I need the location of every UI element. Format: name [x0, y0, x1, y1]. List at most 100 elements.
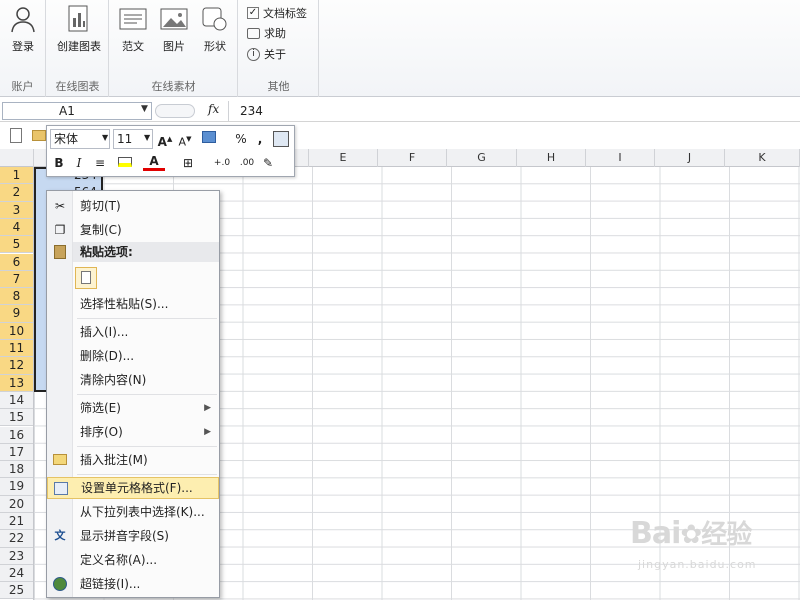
row-header[interactable]: 3: [0, 201, 33, 219]
menu-item-delete[interactable]: 删除(D)...: [47, 345, 219, 367]
menu-item-insert-comment[interactable]: 插入批注(M): [47, 449, 219, 471]
menu-label: 显示拼音字段(S): [80, 529, 169, 543]
select-all-corner[interactable]: [0, 149, 34, 167]
name-box-dropdown-icon[interactable]: ▼: [141, 104, 148, 114]
menu-item-sort[interactable]: 排序(O) ▶: [47, 421, 219, 443]
row-header[interactable]: 13: [0, 374, 33, 392]
new-document-icon[interactable]: [10, 128, 22, 143]
row-header[interactable]: 20: [0, 495, 33, 513]
column-header[interactable]: J: [655, 149, 725, 167]
merge-cells-icon[interactable]: [273, 131, 289, 147]
menu-item-copy[interactable]: ❐ 复制(C): [47, 219, 219, 241]
about-button[interactable]: i 关于: [247, 45, 286, 63]
menu-item-hyperlink[interactable]: 超链接(I)...: [47, 573, 219, 595]
create-chart-label: 创建图表: [57, 40, 101, 53]
decrease-decimal-button[interactable]: .00: [235, 154, 259, 172]
column-header[interactable]: I: [586, 149, 655, 167]
checkbox-checked-icon: ✓: [247, 7, 259, 19]
row-header[interactable]: 24: [0, 564, 33, 583]
group-other: ✓ 文档标签 求助 i 关于 其他: [239, 0, 319, 97]
row-header[interactable]: 1: [0, 167, 33, 185]
group-label-other: 其他: [267, 80, 290, 93]
borders-icon[interactable]: ⊞: [179, 154, 197, 172]
chart-icon: [65, 4, 93, 34]
template-label: 范文: [122, 40, 144, 53]
row-header[interactable]: 8: [0, 288, 33, 306]
help-button[interactable]: 求助: [247, 24, 286, 42]
row-header[interactable]: 6: [0, 253, 33, 271]
menu-item-cut[interactable]: ✂ 剪切(T): [47, 195, 219, 217]
row-header[interactable]: 22: [0, 530, 33, 548]
grow-font-icon[interactable]: A▲: [157, 130, 173, 149]
menu-label: 从下拉列表中选择(K)...: [80, 505, 205, 519]
scissors-icon: ✂: [54, 199, 66, 213]
help-icon: [247, 27, 260, 39]
row-header[interactable]: 23: [0, 547, 33, 565]
menu-label: 超链接(I)...: [80, 577, 141, 591]
format-style-icon[interactable]: [199, 130, 219, 148]
menu-label: 复制(C): [80, 223, 122, 237]
row-header[interactable]: 15: [0, 409, 33, 427]
shape-button[interactable]: 形状: [194, 4, 236, 54]
row-header[interactable]: 12: [0, 357, 33, 375]
column-header[interactable]: E: [309, 149, 378, 167]
menu-item-define-name[interactable]: 定义名称(A)...: [47, 549, 219, 571]
paste-button[interactable]: [75, 267, 97, 289]
row-header[interactable]: 9: [0, 305, 33, 323]
group-account: 登录 账户: [0, 0, 46, 97]
column-header[interactable]: F: [378, 149, 447, 167]
menu-item-filter[interactable]: 筛选(E) ▶: [47, 397, 219, 419]
menu-item-pick-list[interactable]: 从下拉列表中选择(K)...: [47, 501, 219, 523]
chevron-down-icon[interactable]: ▼: [144, 133, 150, 142]
percent-button[interactable]: %: [233, 130, 249, 148]
fill-color-icon[interactable]: [113, 154, 137, 172]
row-header[interactable]: 25: [0, 582, 33, 600]
name-box[interactable]: A1: [2, 102, 152, 120]
increase-decimal-button[interactable]: +.0: [211, 154, 233, 172]
row-header[interactable]: 2: [0, 184, 33, 202]
column-header[interactable]: H: [517, 149, 586, 167]
row-header[interactable]: 4: [0, 218, 33, 237]
create-chart-button[interactable]: 创建图表: [52, 4, 106, 54]
font-color-icon[interactable]: A: [143, 154, 165, 171]
formula-bar-splitter[interactable]: [155, 104, 195, 118]
row-header[interactable]: 5: [0, 236, 33, 254]
picture-button[interactable]: 图片: [154, 4, 194, 54]
row-header[interactable]: 11: [0, 340, 33, 358]
menu-item-paste-special[interactable]: 选择性粘贴(S)...: [47, 293, 219, 315]
watermark-url: jingyan.baidu.com: [638, 558, 757, 571]
help-label: 求助: [264, 27, 286, 40]
font-family-select[interactable]: 宋体: [50, 129, 110, 149]
menu-item-clear[interactable]: 清除内容(N): [47, 369, 219, 391]
menu-item-format-cells[interactable]: 设置单元格格式(F)...: [47, 477, 219, 499]
row-header[interactable]: 10: [0, 322, 33, 340]
row-header[interactable]: 16: [0, 426, 33, 444]
folder-icon[interactable]: [32, 130, 46, 141]
formula-input[interactable]: 234: [240, 104, 263, 118]
phonetic-icon: 文: [54, 529, 66, 542]
bold-button[interactable]: B: [51, 154, 67, 172]
row-header[interactable]: 7: [0, 270, 33, 289]
insert-function-icon[interactable]: fx: [208, 102, 219, 116]
menu-item-phonetic[interactable]: 文 显示拼音字段(S): [47, 525, 219, 547]
row-header[interactable]: 17: [0, 443, 33, 462]
italic-button[interactable]: I: [71, 154, 87, 172]
menu-item-insert[interactable]: 插入(I)...: [47, 321, 219, 343]
row-header[interactable]: 18: [0, 461, 33, 479]
doc-tag-checkbox[interactable]: ✓ 文档标签: [247, 4, 307, 22]
format-painter-icon[interactable]: ✎: [259, 154, 277, 172]
column-header[interactable]: G: [447, 149, 517, 167]
group-online-material: 范文 图片 形状 在线素材: [110, 0, 238, 97]
chevron-down-icon[interactable]: ▼: [102, 133, 108, 142]
menu-separator: [77, 318, 217, 319]
row-header[interactable]: 19: [0, 478, 33, 496]
user-icon: [9, 4, 37, 34]
comma-button[interactable]: ,: [253, 130, 267, 148]
align-center-icon[interactable]: ≡: [91, 154, 109, 172]
shrink-font-icon[interactable]: A▼: [177, 130, 193, 149]
template-button[interactable]: 范文: [112, 4, 154, 54]
column-header[interactable]: K: [725, 149, 800, 167]
login-button[interactable]: 登录: [0, 4, 46, 54]
row-header[interactable]: 21: [0, 513, 33, 531]
row-header[interactable]: 14: [0, 391, 33, 410]
